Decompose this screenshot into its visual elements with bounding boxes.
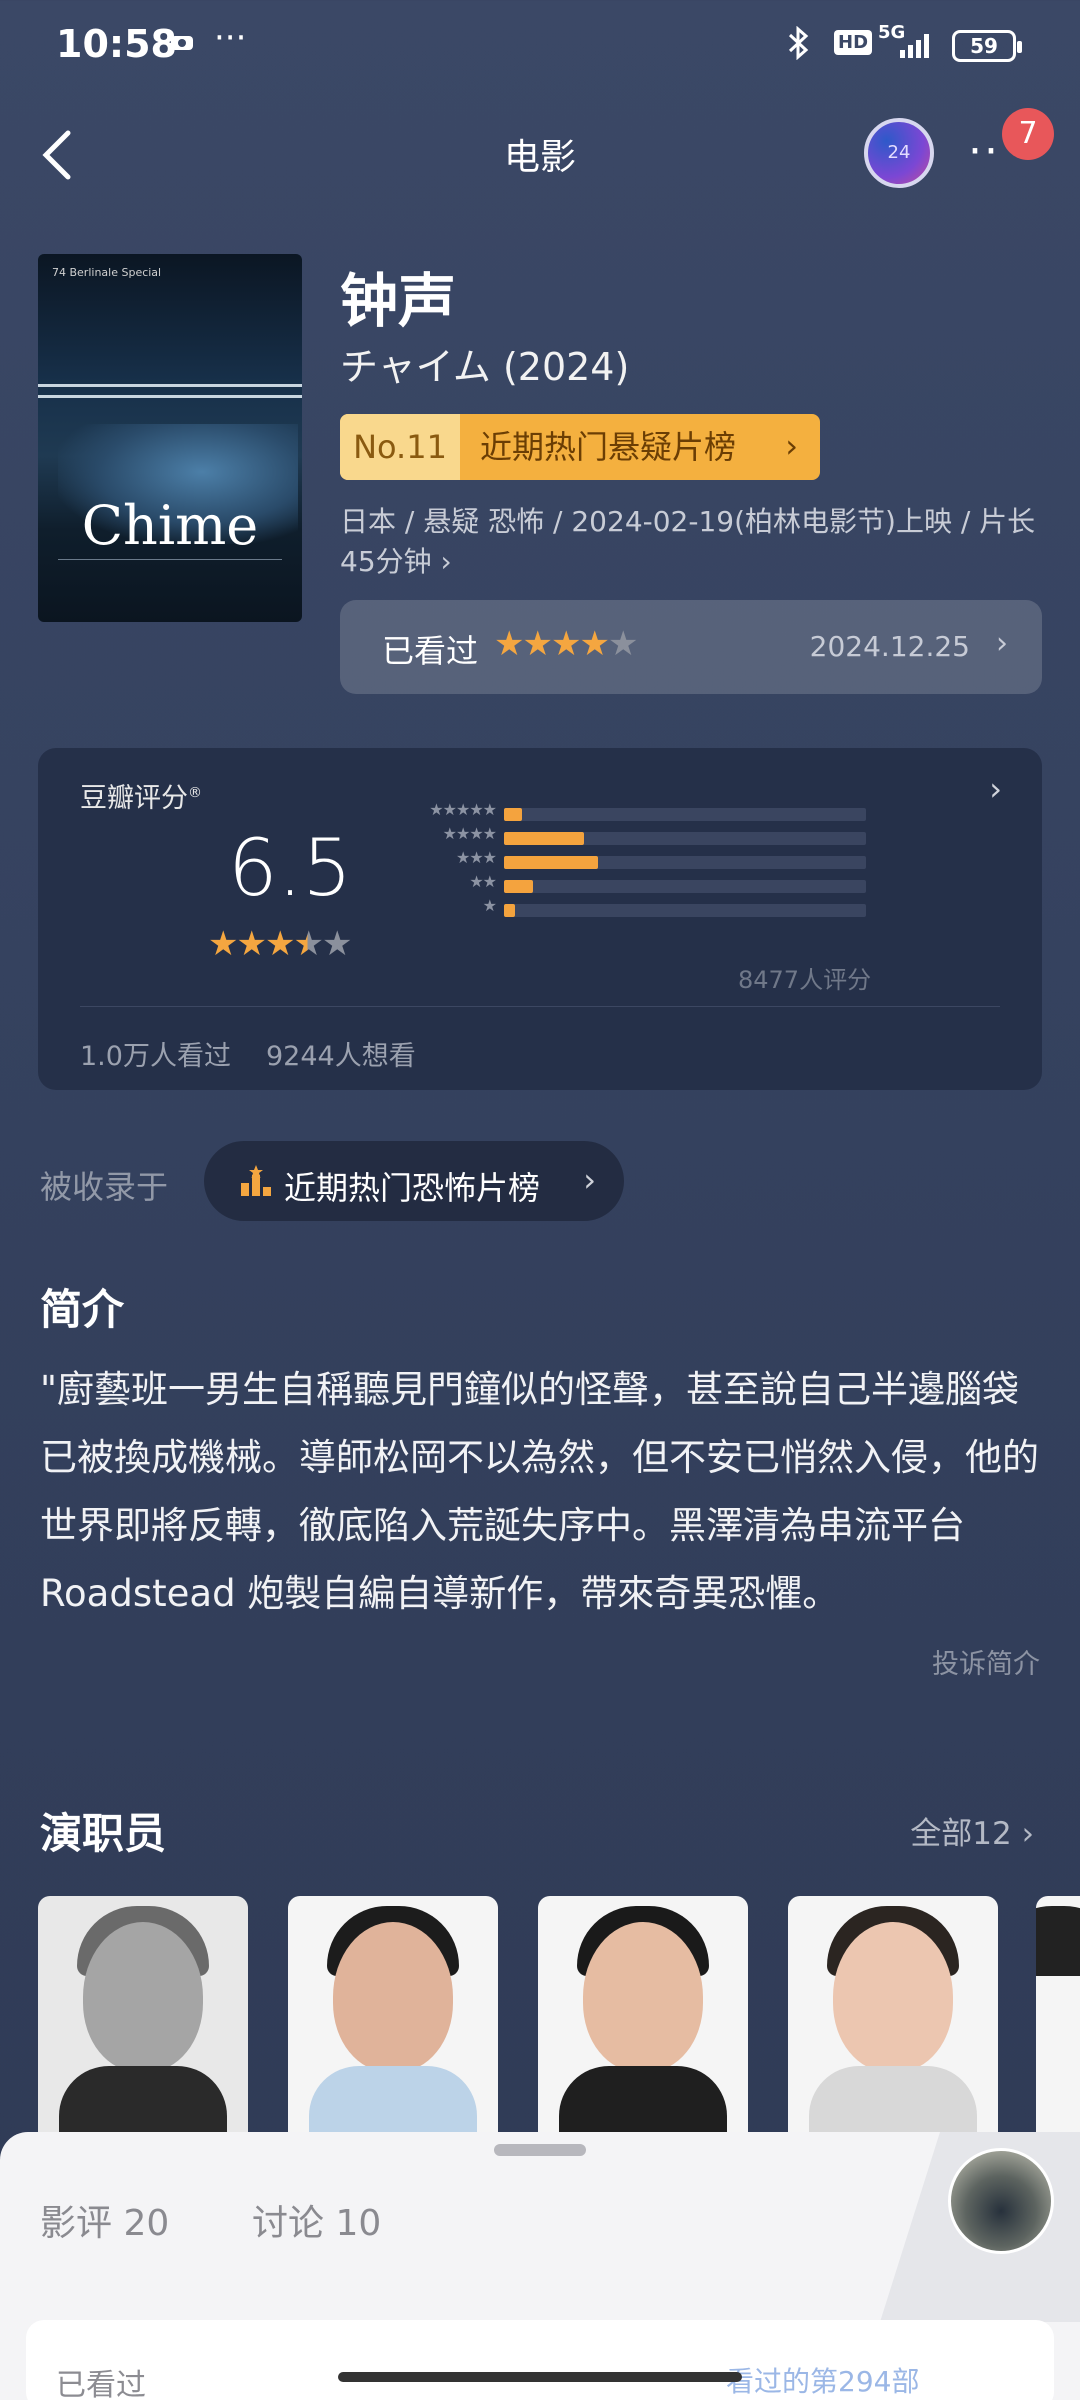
watched-summary-label: 已看过 bbox=[56, 2368, 146, 2400]
synopsis-title: 简介 bbox=[40, 1285, 125, 1334]
avatar[interactable]: 24 bbox=[864, 118, 934, 188]
battery-icon: 59 bbox=[952, 30, 1022, 62]
included-label: 被收录于 bbox=[40, 1168, 169, 1206]
rating-bar-4: ★★★★ bbox=[396, 824, 910, 848]
rating-bar-2: ★★ bbox=[396, 872, 910, 896]
star-icon: ★ bbox=[522, 624, 553, 664]
three-stars-icon: ★★★ bbox=[455, 848, 497, 867]
status-bar: 10:58 ··· HD 5G 59 bbox=[0, 0, 1080, 95]
chevron-right-icon: › bbox=[989, 770, 1002, 808]
all-cast-link[interactable]: 全部12 › bbox=[910, 1808, 1034, 1853]
cast-photo-face bbox=[583, 1922, 703, 2072]
chevron-right-icon: › bbox=[583, 1161, 596, 1199]
star-icon: ★ bbox=[607, 624, 639, 664]
report-synopsis-link[interactable]: 投诉简介 bbox=[932, 1642, 1040, 1681]
bluetooth-icon bbox=[786, 25, 812, 67]
star-icon: ★ bbox=[208, 924, 239, 964]
poster-credits bbox=[58, 559, 282, 609]
chevron-right-icon: › bbox=[785, 427, 798, 465]
trophy-icon bbox=[238, 1163, 274, 1199]
four-stars-icon: ★★★★ bbox=[442, 824, 497, 843]
poster-title: Chime bbox=[81, 494, 259, 557]
sheet-drag-handle[interactable] bbox=[494, 2144, 586, 2156]
chevron-right-icon: › bbox=[996, 626, 1008, 661]
user-rating-stars: ★★★★★ bbox=[494, 624, 639, 664]
watched-label: 已看过 bbox=[382, 632, 479, 670]
signal-icon bbox=[898, 30, 938, 67]
star-icon: ★ bbox=[550, 624, 582, 664]
rating-bar-fill bbox=[504, 904, 515, 917]
more-menu-icon[interactable]: ·· bbox=[968, 130, 1000, 174]
watched-status-bar[interactable]: 已看过 ★★★★★ 2024.12.25 › bbox=[340, 600, 1042, 694]
star-icon: ★ bbox=[579, 624, 610, 664]
watched-count-link[interactable]: 看过的第294部 bbox=[726, 2360, 919, 2400]
want-count: 9244人想看 bbox=[266, 1041, 416, 1072]
rating-bar-5: ★★★★★ bbox=[396, 800, 910, 824]
rating-score: 6.5 bbox=[228, 824, 353, 914]
movie-original-title: チャイム (2024) bbox=[340, 345, 630, 389]
cast-photo-face bbox=[333, 1922, 453, 2072]
rank-number: No.11 bbox=[340, 414, 460, 480]
included-list-chip[interactable]: 近期热门恐怖片榜 › bbox=[204, 1141, 624, 1221]
douban-rating-card[interactable]: 豆瓣评分® › 6.5 ★★★★★ ★★★★★ ★★★★ ★★★ ★★ ★ 84… bbox=[38, 748, 1042, 1090]
cast-photo-face bbox=[83, 1922, 203, 2072]
seen-count: 1.0万人看过 bbox=[80, 1041, 231, 1072]
recording-icon bbox=[170, 26, 196, 59]
bottom-sheet[interactable]: 影评 20 讨论 10 已看过 看过的第294部 bbox=[0, 2132, 1080, 2400]
cast-photo-hair bbox=[1036, 1906, 1080, 1976]
status-time: 10:58 bbox=[56, 22, 177, 66]
rating-bar-1: ★ bbox=[396, 896, 910, 920]
cast-photo-face bbox=[833, 1922, 953, 2072]
five-stars-icon: ★★★★★ bbox=[429, 800, 497, 819]
two-stars-icon: ★★ bbox=[469, 872, 497, 891]
star-icon: ★ bbox=[264, 924, 296, 964]
more-dots-icon: ··· bbox=[214, 18, 247, 58]
cast-card[interactable] bbox=[1036, 1896, 1080, 2146]
star-icon: ★ bbox=[293, 924, 324, 964]
home-indicator[interactable] bbox=[338, 2372, 742, 2382]
cast-card[interactable] bbox=[288, 1896, 498, 2146]
rating-bar-fill bbox=[504, 832, 584, 845]
star-icon: ★ bbox=[321, 924, 353, 964]
cast-title: 演职员 bbox=[40, 1809, 167, 1858]
rating-count: 8477人评分 bbox=[738, 966, 872, 994]
cast-card[interactable] bbox=[38, 1896, 248, 2146]
movie-poster[interactable]: 74 Berlinale Special Chime bbox=[38, 254, 302, 622]
included-list-name: 近期热门恐怖片榜 bbox=[284, 1169, 541, 1207]
divider bbox=[80, 1006, 1000, 1007]
notification-badge[interactable]: 7 bbox=[1002, 108, 1054, 160]
tab-reviews[interactable]: 影评 20 bbox=[40, 2194, 169, 2246]
rating-bar-fill bbox=[504, 856, 599, 869]
star-icon: ★ bbox=[236, 924, 267, 964]
star-icon: ★ bbox=[494, 624, 525, 664]
tab-discussion[interactable]: 讨论 10 bbox=[252, 2194, 381, 2246]
watched-date: 2024.12.25 bbox=[809, 630, 970, 663]
movie-title: 钟声 bbox=[340, 267, 457, 335]
rating-bar-fill bbox=[504, 808, 523, 821]
rating-label: 豆瓣评分® bbox=[80, 783, 202, 814]
rank-chip[interactable]: No.11 近期热门悬疑片榜 › bbox=[340, 414, 820, 480]
rank-label: 近期热门悬疑片榜 bbox=[480, 428, 737, 466]
cast-card[interactable] bbox=[538, 1896, 748, 2146]
rating-bar-3: ★★★ bbox=[396, 848, 910, 872]
cast-card[interactable] bbox=[788, 1896, 998, 2146]
movie-meta[interactable]: 日本 / 悬疑 恐怖 / 2024-02-19(柏林电影节)上映 / 片长45分… bbox=[340, 502, 1040, 582]
hd-icon: HD bbox=[834, 30, 873, 55]
synopsis-text: "廚藝班一男生自稱聽見門鐘似的怪聲，甚至說自己半邊腦袋已被換成機械。導師松岡不以… bbox=[40, 1368, 1039, 1615]
rating-bar-fill bbox=[504, 880, 533, 893]
floating-thumbnail[interactable] bbox=[948, 2148, 1054, 2254]
rating-stars: ★★★★★ bbox=[208, 924, 353, 964]
poster-bridge bbox=[38, 384, 302, 398]
one-star-icon: ★ bbox=[482, 896, 497, 915]
watched-summary-card[interactable]: 已看过 看过的第294部 bbox=[26, 2320, 1054, 2400]
poster-festival: 74 Berlinale Special bbox=[52, 266, 162, 279]
